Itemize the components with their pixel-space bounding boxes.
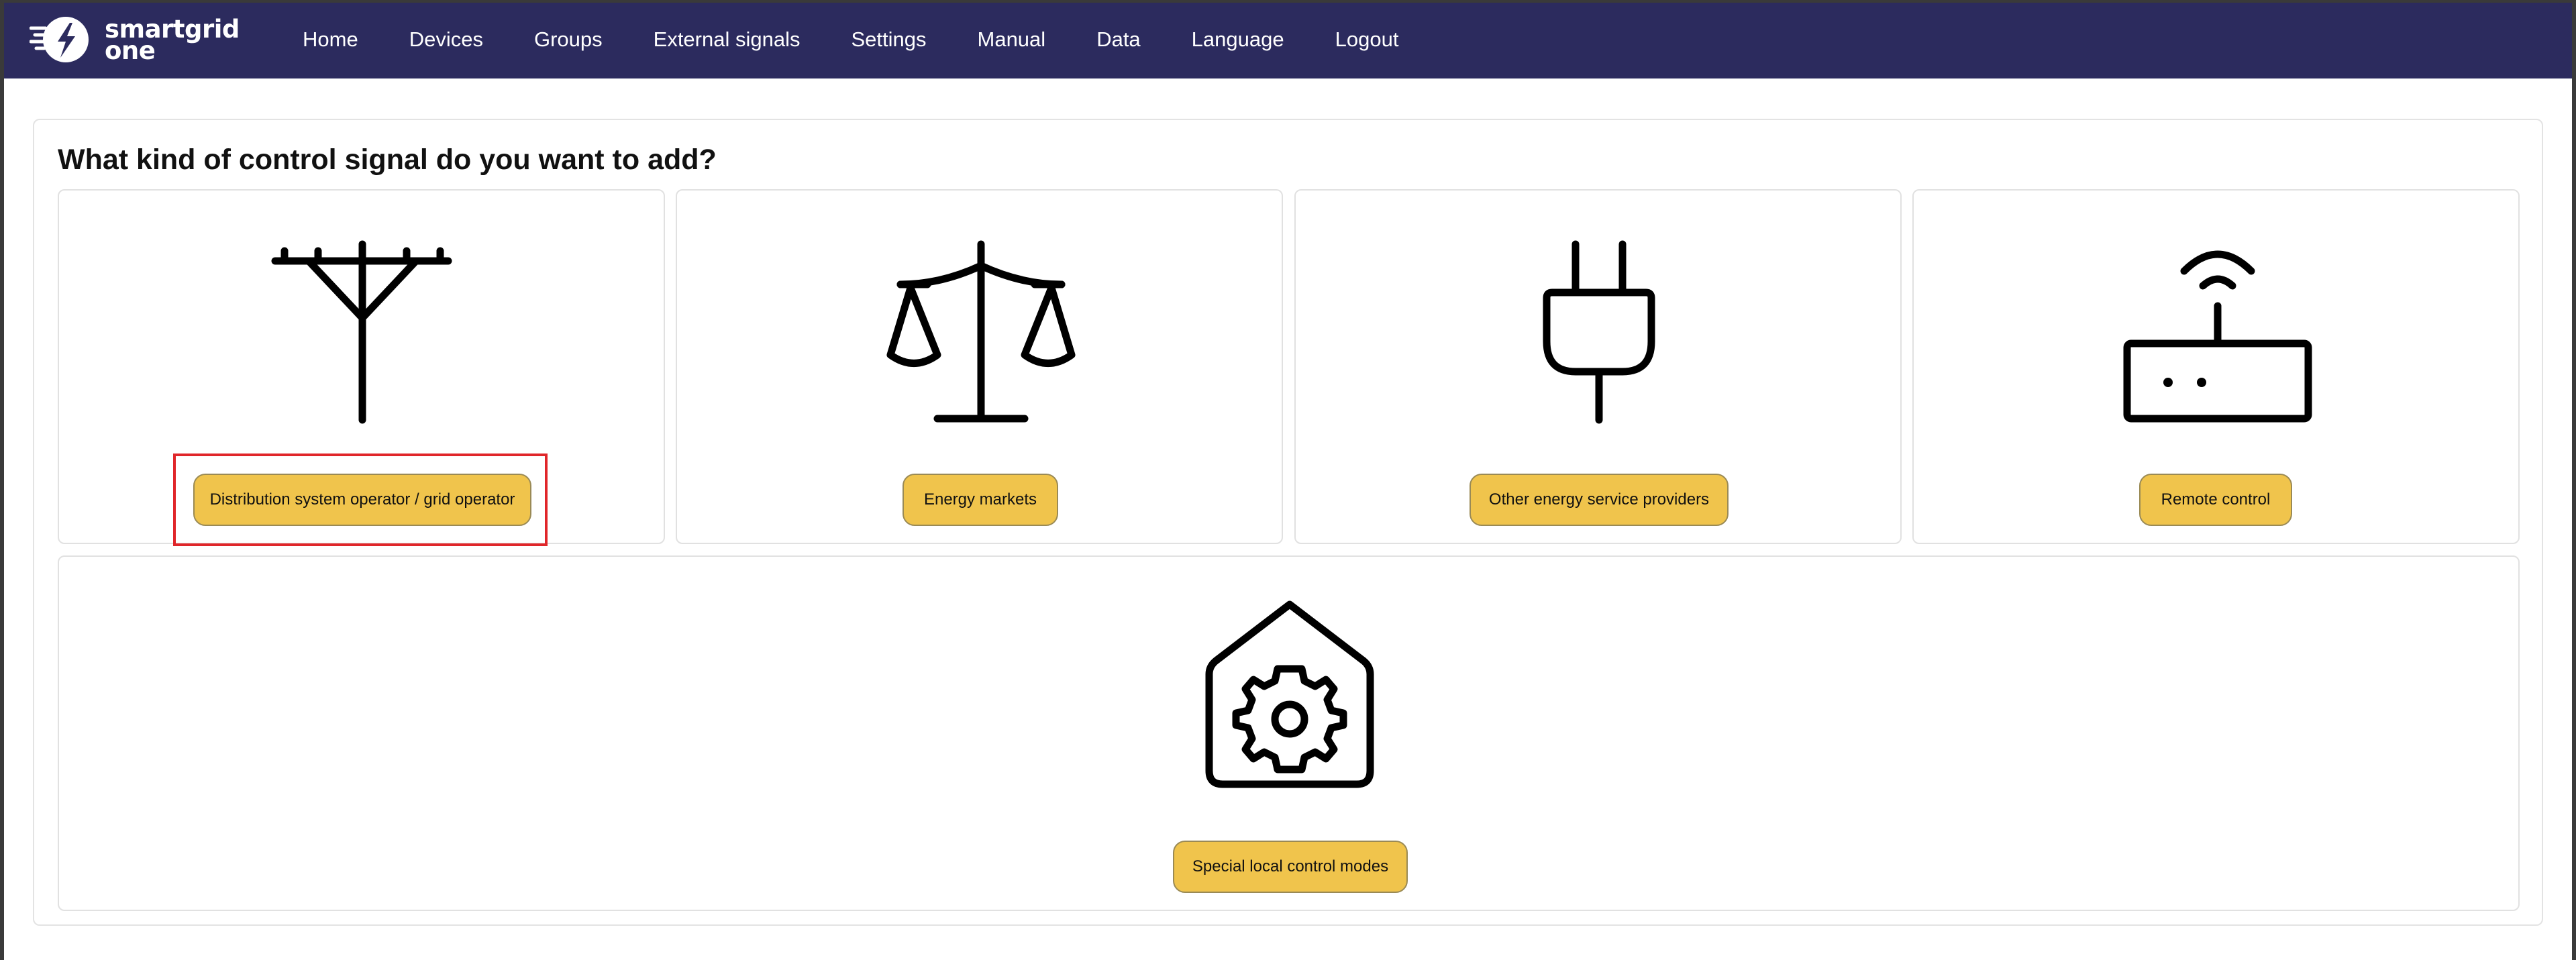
- option-card-remote-control: Remote control: [1912, 189, 2520, 544]
- smartgrid-logo[interactable]: smartgrid one: [30, 13, 244, 66]
- nav-external-signals[interactable]: External signals: [628, 28, 826, 52]
- router-icon: [2123, 250, 2312, 423]
- option-card-local-control-modes: Special local control modes: [58, 555, 2520, 911]
- logo-text: smartgrid one: [105, 17, 240, 63]
- nav-data[interactable]: Data: [1071, 28, 1166, 52]
- nav-home[interactable]: Home: [277, 28, 384, 52]
- nav-devices[interactable]: Devices: [384, 28, 509, 52]
- nav-settings[interactable]: Settings: [825, 28, 951, 52]
- nav-language[interactable]: Language: [1166, 28, 1310, 52]
- option-card-energy-markets: Energy markets: [676, 189, 1283, 544]
- selection-highlight: [173, 454, 548, 546]
- scales-icon: [886, 240, 1076, 423]
- top-navbar: smartgrid one Home Devices Groups Extern…: [0, 0, 2576, 78]
- home-gear-icon: [1205, 600, 1374, 788]
- energy-markets-button[interactable]: Energy markets: [903, 474, 1058, 526]
- nav-links: Home Devices Groups External signals Set…: [277, 0, 1424, 78]
- nav-manual[interactable]: Manual: [952, 28, 1072, 52]
- nav-groups[interactable]: Groups: [509, 28, 628, 52]
- local-control-modes-button[interactable]: Special local control modes: [1173, 841, 1408, 893]
- lightning-logo-icon: [30, 17, 89, 62]
- plug-icon: [1543, 240, 1655, 424]
- power-pole-icon: [271, 240, 452, 424]
- option-card-energy-service-providers: Other energy service providers: [1294, 189, 1902, 544]
- remote-control-button[interactable]: Remote control: [2139, 474, 2292, 526]
- nav-logout[interactable]: Logout: [1310, 28, 1425, 52]
- energy-service-providers-button[interactable]: Other energy service providers: [1470, 474, 1729, 526]
- page-heading: What kind of control signal do you want …: [58, 144, 717, 176]
